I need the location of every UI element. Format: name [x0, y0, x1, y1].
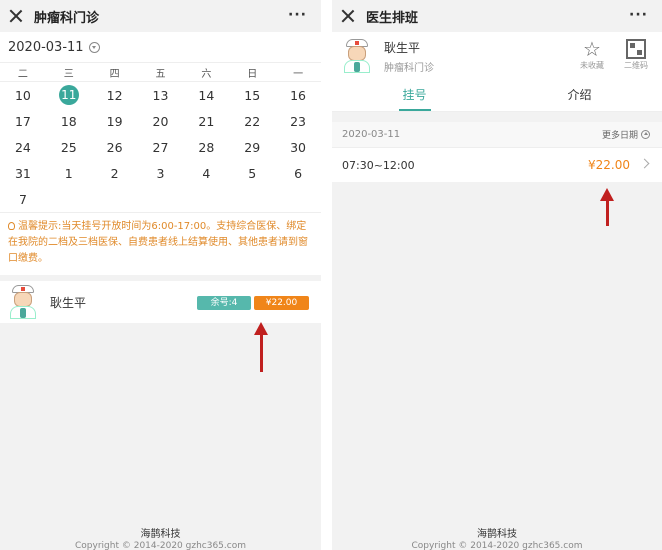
avatar — [8, 285, 38, 319]
more-menu-icon[interactable]: ··· — [629, 7, 648, 23]
calendar-day[interactable]: 29 — [229, 134, 275, 160]
more-dates-button[interactable]: 更多日期 — [602, 128, 650, 141]
doctor-row[interactable]: 耿生平 余号:4 ¥22.00 — [0, 281, 321, 323]
calendar-day[interactable]: 5 — [229, 160, 275, 186]
calendar-day[interactable]: 16 — [275, 82, 321, 108]
calendar-day[interactable]: 1 — [46, 160, 92, 186]
price-badge[interactable]: ¥22.00 — [254, 296, 309, 310]
calendar-day[interactable]: 10 — [0, 82, 46, 108]
schedule-date-row: 2020-03-11 更多日期 — [332, 122, 662, 148]
chevron-right-icon — [639, 158, 650, 169]
footer: 海鹊科技 Copyright © 2014-2020 gzhc365.com — [332, 525, 662, 550]
calendar-day[interactable]: 30 — [275, 134, 321, 160]
calendar: 2020-03-11 二 三 四 五 六 日 一 10 11 12 13 14 15 16 1… — [0, 32, 321, 212]
remaining-badge: 余号:4 — [197, 296, 251, 310]
qrcode-button[interactable]: 二维码 — [616, 38, 656, 71]
star-icon: ☆ — [583, 37, 601, 61]
calendar-day[interactable]: 28 — [183, 134, 229, 160]
schedule-date: 2020-03-11 — [342, 129, 401, 140]
weekday: 四 — [109, 68, 120, 80]
footer-copyright: Copyright © 2014-2020 gzhc365.com — [411, 541, 583, 550]
calendar-day[interactable]: 31 — [0, 160, 46, 186]
calendar-day[interactable]: 26 — [92, 134, 138, 160]
calendar-day[interactable]: 27 — [138, 134, 184, 160]
calendar-day[interactable]: 3 — [138, 160, 184, 186]
left-screen: 肿瘤科门诊 ··· 2020-03-11 二 三 四 五 六 日 一 10 11 1… — [0, 0, 321, 550]
footer-copyright: Copyright © 2014-2020 gzhc365.com — [75, 541, 246, 550]
calendar-day[interactable]: 14 — [183, 82, 229, 108]
close-icon[interactable] — [340, 8, 356, 24]
qrcode-icon — [626, 39, 646, 59]
left-top-bar: 肿瘤科门诊 ··· — [0, 0, 321, 32]
calendar-day[interactable]: 4 — [183, 160, 229, 186]
day-grid: 10 11 12 13 14 15 16 17 18 19 20 21 22 23 24 25 26 27 28 29… — [0, 82, 321, 212]
calendar-day[interactable]: 6 — [275, 160, 321, 186]
footer: 海鹊科技 Copyright © 2014-2020 gzhc365.com — [0, 525, 321, 550]
weekday: 一 — [293, 68, 304, 80]
weekday: 三 — [63, 68, 74, 80]
calendar-day[interactable]: 18 — [46, 108, 92, 134]
calendar-day[interactable]: 19 — [92, 108, 138, 134]
notice-banner: 温馨提示:当天挂号开放时间为6:00-17:00。支持综合医保、绑定在我院的二档… — [0, 212, 321, 275]
doctor-department: 肿瘤科门诊 — [384, 62, 434, 74]
page-title: 肿瘤科门诊 — [34, 10, 100, 26]
calendar-day[interactable]: 11 — [46, 82, 92, 108]
favorite-label: 未收藏 — [580, 61, 604, 70]
annotation-arrow — [254, 322, 268, 372]
avatar — [342, 39, 372, 73]
current-date: 2020-03-11 — [8, 39, 84, 55]
footer-brand: 海鹊科技 — [140, 529, 181, 540]
doctor-header: 耿生平 肿瘤科门诊 ☆ 未收藏 二维码 — [332, 32, 662, 80]
calendar-day[interactable]: 2 — [92, 160, 138, 186]
weekday-header: 二 三 四 五 六 日 一 — [0, 62, 321, 82]
page-title: 医生排班 — [366, 10, 419, 26]
calendar-day[interactable]: 13 — [138, 82, 184, 108]
tab-bar: 挂号 介绍 — [332, 80, 662, 112]
footer-brand: 海鹊科技 — [477, 529, 517, 540]
right-top-bar: 医生排班 ··· — [332, 0, 662, 32]
weekday: 五 — [155, 68, 166, 80]
date-picker[interactable]: 2020-03-11 — [0, 32, 321, 62]
time-slot-row[interactable]: 07:30~12:00 ¥22.00 — [332, 148, 662, 182]
tab-register[interactable]: 挂号 — [332, 80, 497, 111]
calendar-day[interactable]: 23 — [275, 108, 321, 134]
calendar-day[interactable]: 15 — [229, 82, 275, 108]
weekday: 二 — [17, 68, 28, 80]
favorite-button[interactable]: ☆ 未收藏 — [572, 38, 612, 71]
right-screen: 医生排班 ··· 耿生平 肿瘤科门诊 ☆ 未收藏 二维码 挂号 介绍 2020-… — [332, 0, 662, 550]
close-icon[interactable] — [8, 8, 24, 24]
more-menu-icon[interactable]: ··· — [288, 7, 307, 23]
doctor-name: 耿生平 — [50, 295, 87, 310]
slot-time: 07:30~12:00 — [342, 158, 415, 172]
calendar-day[interactable]: 24 — [0, 134, 46, 160]
chevron-up-icon — [641, 130, 650, 139]
slot-price: ¥22.00 — [588, 158, 630, 172]
calendar-day[interactable]: 21 — [183, 108, 229, 134]
notice-text: 温馨提示:当天挂号开放时间为6:00-17:00。支持综合医保、绑定在我院的二档… — [8, 221, 308, 264]
calendar-day[interactable]: 22 — [229, 108, 275, 134]
weekday: 六 — [201, 68, 212, 80]
lightbulb-icon — [8, 222, 15, 230]
calendar-day[interactable]: 12 — [92, 82, 138, 108]
calendar-day[interactable]: 25 — [46, 134, 92, 160]
divider — [321, 0, 332, 550]
doctor-name: 耿生平 — [384, 40, 421, 55]
weekday: 日 — [247, 68, 258, 80]
chevron-down-icon[interactable] — [88, 41, 100, 53]
tab-intro[interactable]: 介绍 — [497, 80, 662, 111]
calendar-day[interactable]: 20 — [138, 108, 184, 134]
calendar-day[interactable]: 17 — [0, 108, 46, 134]
annotation-arrow — [600, 188, 614, 226]
qrcode-label: 二维码 — [624, 61, 648, 70]
calendar-day[interactable]: 7 — [0, 186, 46, 212]
